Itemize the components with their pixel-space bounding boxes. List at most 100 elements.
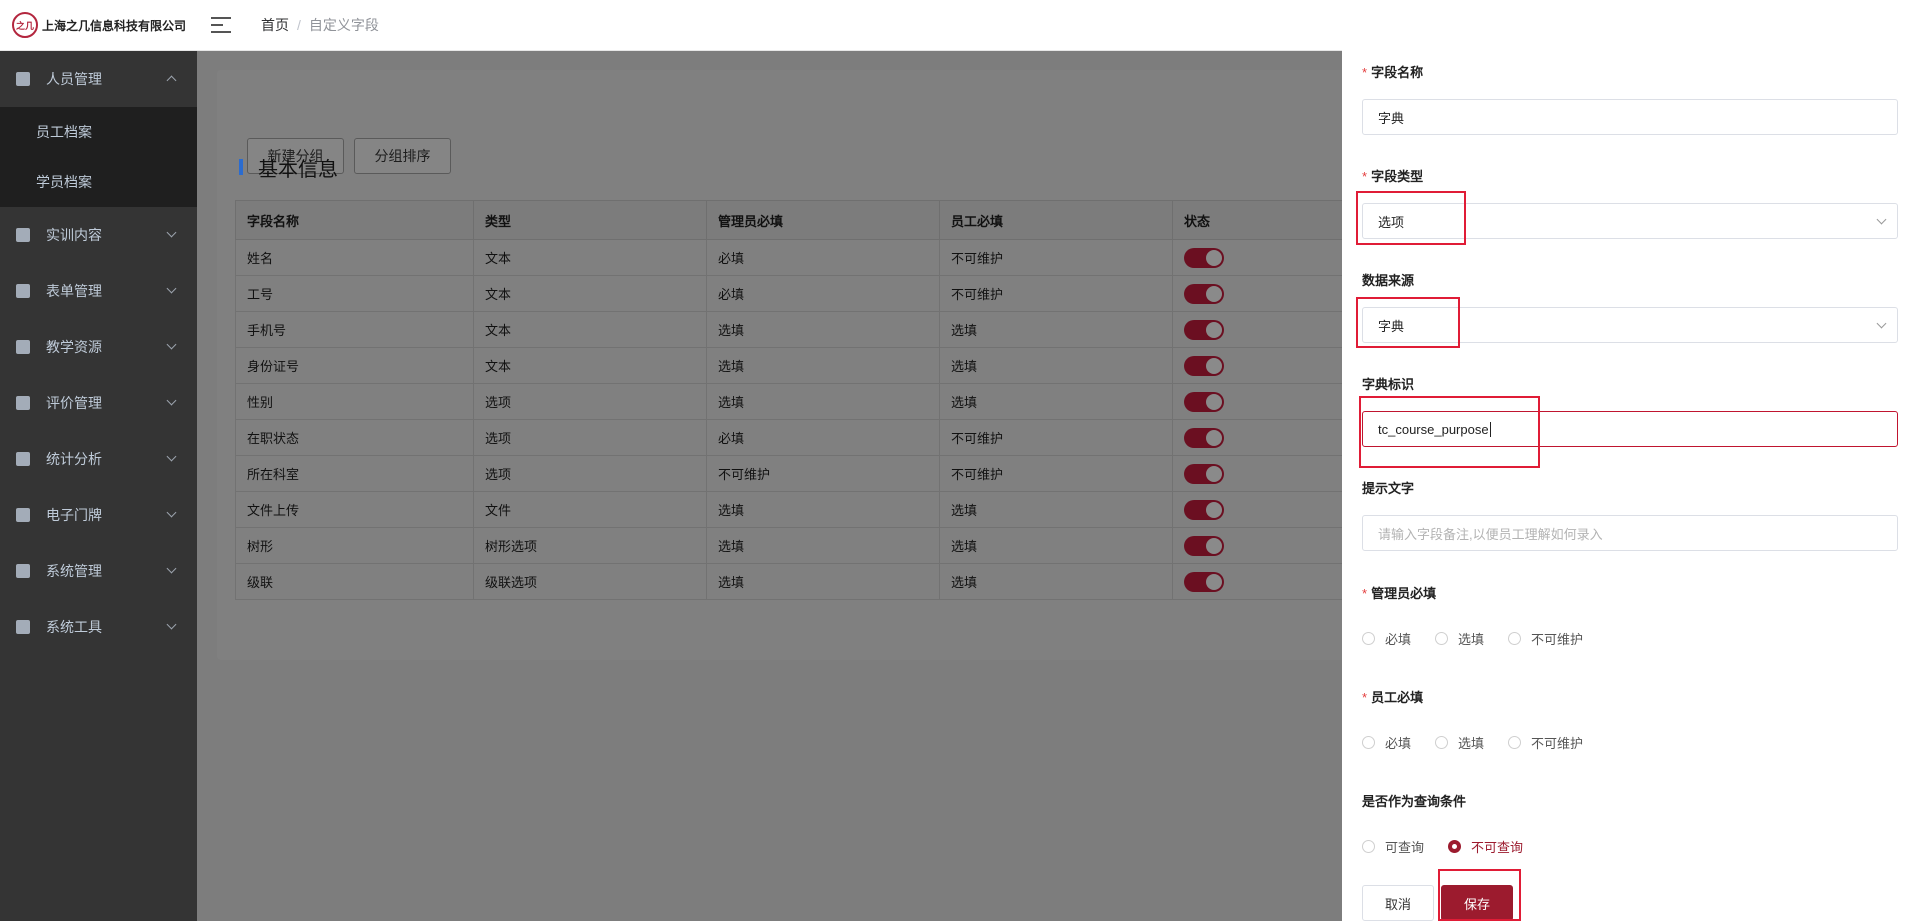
data-source-select[interactable]: 字典 <box>1362 307 1898 343</box>
table-cell: 选项 <box>473 419 707 456</box>
section-title: 基本信息 <box>239 157 338 181</box>
table-cell: 树形选项 <box>473 527 707 564</box>
status-toggle[interactable] <box>1184 571 1224 592</box>
table-cell: 必填 <box>706 275 940 312</box>
field-type-select[interactable]: 选项 <box>1362 203 1898 239</box>
table-cell: 选填 <box>939 383 1173 420</box>
sidebar-item-label: 电子门牌 <box>46 507 102 523</box>
menu-toggle-icon[interactable] <box>211 17 231 33</box>
sidebar-item-label: 教学资源 <box>46 339 102 355</box>
breadcrumb-separator: / <box>297 17 301 33</box>
table-cell: 文本 <box>473 239 707 276</box>
table-cell: 选填 <box>939 527 1173 564</box>
field-name-input[interactable]: 字典 <box>1362 99 1898 135</box>
queryable-radio-yes[interactable]: 可查询 <box>1362 837 1424 856</box>
staff-required-radio-required[interactable]: 必填 <box>1362 733 1411 752</box>
sidebar-item-label: 实训内容 <box>46 227 102 243</box>
sidebar-item-label: 表单管理 <box>46 283 102 299</box>
sidebar-item-label: 系统工具 <box>46 619 102 635</box>
sidebar-item-forms[interactable]: 表单管理 <box>0 263 197 319</box>
chevron-down-icon <box>166 283 177 294</box>
column-header: 类型 <box>473 200 707 240</box>
sidebar-item-tools[interactable]: 系统工具 <box>0 599 197 655</box>
staff-required-radio-group: 必填 选填 不可维护 <box>1362 733 1607 752</box>
sidebar-item-evaluation[interactable]: 评价管理 <box>0 375 197 431</box>
table-cell: 选项 <box>473 383 707 420</box>
queryable-radio-group: 可查询 不可查询 <box>1362 837 1547 856</box>
submenu-personnel: 员工档案 学员档案 <box>0 107 197 207</box>
sidebar-item-label: 系统管理 <box>46 563 102 579</box>
admin-required-label: * 管理员必填 <box>1362 586 1437 601</box>
table-cell: 级联 <box>235 563 474 600</box>
table-cell: 文本 <box>473 275 707 312</box>
form-icon <box>16 284 30 298</box>
status-toggle[interactable] <box>1184 247 1224 268</box>
table-cell: 选填 <box>939 311 1173 348</box>
sidebar-item-system[interactable]: 系统管理 <box>0 543 197 599</box>
sidebar-item-statistics[interactable]: 统计分析 <box>0 431 197 487</box>
sidebar-subitem-staff-archive[interactable]: 员工档案 <box>0 107 197 157</box>
status-toggle[interactable] <box>1184 427 1224 448</box>
table-cell: 文件 <box>473 491 707 528</box>
table-cell: 必填 <box>706 239 940 276</box>
table-row: 树形 树形选项 选填 选填 <box>235 527 1395 564</box>
sidebar-item-door-sign[interactable]: 电子门牌 <box>0 487 197 543</box>
status-toggle[interactable] <box>1184 355 1224 376</box>
admin-required-radio-readonly[interactable]: 不可维护 <box>1508 629 1583 648</box>
table-cell: 文本 <box>473 311 707 348</box>
admin-required-radio-optional[interactable]: 选填 <box>1435 629 1484 648</box>
table-cell: 选填 <box>706 527 940 564</box>
status-toggle[interactable] <box>1184 391 1224 412</box>
status-toggle[interactable] <box>1184 535 1224 556</box>
breadcrumb-current: 自定义字段 <box>308 17 379 33</box>
chevron-down-icon <box>166 395 177 406</box>
table-cell: 选填 <box>939 563 1173 600</box>
hint-label: 提示文字 <box>1362 481 1415 496</box>
cancel-button[interactable]: 取消 <box>1362 885 1434 921</box>
staff-required-radio-optional[interactable]: 选填 <box>1435 733 1484 752</box>
chevron-down-icon <box>166 227 177 238</box>
column-header: 员工必填 <box>939 200 1173 240</box>
table-row: 所在科室 选项 不可维护 不可维护 <box>235 455 1395 492</box>
table-row: 性别 选项 选填 选填 <box>235 383 1395 420</box>
table-cell: 不可维护 <box>939 455 1173 492</box>
breadcrumb-home[interactable]: 首页 <box>261 15 289 35</box>
status-toggle[interactable] <box>1184 319 1224 340</box>
status-toggle[interactable] <box>1184 463 1224 484</box>
status-toggle[interactable] <box>1184 283 1224 304</box>
sidebar-item-personnel[interactable]: 人员管理 <box>0 51 197 107</box>
field-type-label: * 字段类型 <box>1362 169 1424 184</box>
table-cell: 不可维护 <box>706 455 940 492</box>
dict-key-label: 字典标识 <box>1362 377 1415 392</box>
table-cell: 身份证号 <box>235 347 474 384</box>
staff-required-radio-readonly[interactable]: 不可维护 <box>1508 733 1583 752</box>
admin-required-radio-required[interactable]: 必填 <box>1362 629 1411 648</box>
chevron-down-icon <box>166 619 177 630</box>
table-cell: 必填 <box>706 419 940 456</box>
table-cell: 文件上传 <box>235 491 474 528</box>
table-cell: 文本 <box>473 347 707 384</box>
sidebar-item-training[interactable]: 实训内容 <box>0 207 197 263</box>
chevron-down-icon <box>1876 318 1887 329</box>
column-header: 管理员必填 <box>706 200 940 240</box>
bar-chart-icon <box>16 452 30 466</box>
hint-input[interactable]: 请输入字段备注,以便员工理解如何录入 <box>1362 515 1898 551</box>
chevron-down-icon <box>1876 214 1887 225</box>
queryable-label: 是否作为查询条件 <box>1362 794 1467 809</box>
status-toggle[interactable] <box>1184 499 1224 520</box>
sort-group-button[interactable]: 分组排序 <box>354 138 451 174</box>
queryable-radio-no[interactable]: 不可查询 <box>1448 837 1523 856</box>
table-cell: 不可维护 <box>939 275 1173 312</box>
sidebar-subitem-student-archive[interactable]: 学员档案 <box>0 157 197 207</box>
sidebar-item-resources[interactable]: 教学资源 <box>0 319 197 375</box>
table-row: 文件上传 文件 选填 选填 <box>235 491 1395 528</box>
table-cell: 不可维护 <box>939 239 1173 276</box>
chevron-down-icon <box>166 339 177 350</box>
section-marker <box>239 159 243 175</box>
edit-field-drawer: * 字段名称 字典 * 字段类型 选项 数据来源 字典 字典标识 tc_course… <box>1342 0 1911 921</box>
table-row: 在职状态 选项 必填 不可维护 <box>235 419 1395 456</box>
dict-key-input[interactable]: tc_course_purpose <box>1362 411 1898 447</box>
save-button[interactable]: 保存 <box>1441 885 1513 921</box>
chevron-down-icon <box>166 563 177 574</box>
field-name-label: * 字段名称 <box>1362 65 1424 80</box>
